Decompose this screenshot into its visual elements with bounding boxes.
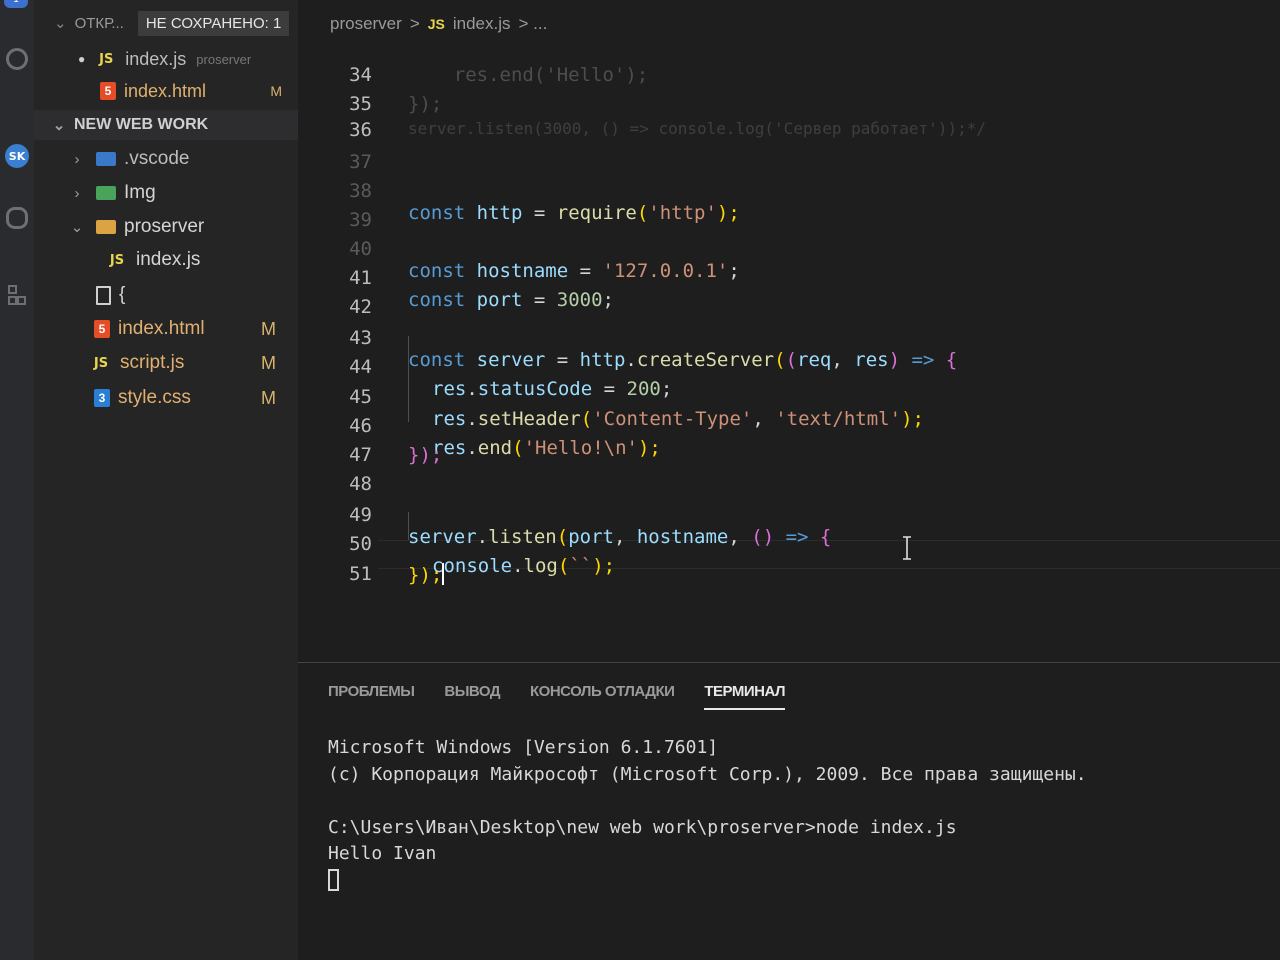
code-line: 36 server.listen(3000, () => console.log(… (349, 119, 986, 141)
unsaved-count-badge: НЕ СОХРАНЕНО: 1 (137, 10, 290, 36)
code-line: 34 res.end('Hello'); (349, 64, 649, 86)
project-header[interactable]: ⌄ NEW WEB WORK (34, 110, 298, 140)
account-avatar[interactable]: SK (4, 143, 30, 169)
code-line: 38 const http = require('http'); (349, 180, 740, 224)
open-editor-item[interactable]: ● JS index.js proserver (34, 44, 298, 74)
chevron-down-icon: ⌄ (52, 117, 66, 134)
tree-item-new-file[interactable]: { (34, 280, 298, 310)
tree-item-style-css[interactable]: 3 style.css M (34, 383, 298, 413)
bottom-panel: ПРОБЛЕМЫ ВЫВОД КОНСОЛЬ ОТЛАДКИ ТЕРМИНАЛ … (298, 662, 1280, 960)
modified-badge: M (261, 352, 276, 373)
code-line: 40 const hostname = '127.0.0.1'; (349, 238, 740, 282)
chevron-right-icon: › (74, 184, 80, 202)
code-line: 47}); (349, 444, 443, 466)
open-editor-item[interactable]: 5 index.html M (34, 76, 298, 106)
terminal-line: C:\Users\Иван\Desktop\new web work\prose… (328, 817, 957, 838)
code-line: 37 (349, 151, 372, 173)
chevron-right-icon: › (74, 150, 80, 168)
terminal-cursor[interactable] (328, 869, 339, 891)
chevron-down-icon: ⌄ (54, 15, 67, 32)
html-icon: 5 (94, 320, 110, 338)
search-icon[interactable] (4, 46, 30, 72)
code-line: 43 const server = http.createServer((req… (349, 327, 958, 371)
chevron-down-icon: ⌄ (70, 219, 84, 236)
tree-item-proserver[interactable]: ⌄ proserver (34, 212, 298, 242)
breadcrumb-file[interactable]: index.js (453, 14, 511, 34)
code-line: 45 res.setHeader('Content-Type', 'text/h… (349, 386, 924, 430)
tab-debug-console[interactable]: КОНСОЛЬ ОТЛАДКИ (530, 683, 675, 710)
modified-badge: M (261, 318, 276, 339)
open-editors-label: ОТКР... (74, 14, 124, 32)
breadcrumb-folder[interactable]: proserver (330, 14, 402, 34)
js-icon: JS (109, 252, 125, 268)
tree-item-img[interactable]: › Img (34, 178, 298, 208)
tree-item-script-js[interactable]: JS script.js M (34, 348, 298, 378)
css-icon: 3 (94, 389, 110, 407)
tree-item-vscode[interactable]: › .vscode (34, 144, 298, 174)
ibeam-cursor-icon (903, 536, 911, 560)
text-caret (442, 563, 445, 585)
image-folder-icon (96, 186, 116, 200)
tab-terminal[interactable]: ТЕРМИНАЛ (704, 683, 786, 710)
code-line: 35}); (349, 93, 443, 115)
modified-badge: M (261, 387, 276, 408)
tree-item-index-html[interactable]: 5 index.html M (34, 314, 298, 344)
tab-problems[interactable]: ПРОБЛЕМЫ (328, 683, 415, 710)
explorer-sidebar: ⌄ ОТКР... НЕ СОХРАНЕНО: 1 ● JS index.js … (34, 0, 298, 960)
file-icon (96, 285, 111, 305)
terminal-line: Hello Ivan (328, 843, 437, 864)
code-line: 46 res.end('Hello!\n'); (349, 415, 661, 459)
folder-open-icon (96, 220, 116, 234)
code-line: 48 (349, 473, 372, 495)
panel-tabs: ПРОБЛЕМЫ ВЫВОД КОНСОЛЬ ОТЛАДКИ ТЕРМИНАЛ (328, 683, 786, 710)
breadcrumb: proserver > JS index.js > ... (330, 14, 548, 34)
vscode-folder-icon (96, 152, 116, 166)
js-icon: JS (93, 355, 109, 371)
js-icon: JS (427, 16, 445, 32)
extensions-icon[interactable] (4, 283, 30, 309)
html-icon: 5 (100, 82, 116, 100)
js-icon: JS (99, 51, 114, 67)
terminal-line: (c) Корпорация Майкрософт (Microsoft Cor… (328, 764, 1087, 785)
code-editor[interactable]: proserver > JS index.js > ... 34 res.end… (298, 0, 1280, 662)
code-line: 49 server.listen(port, hostname, () => { (349, 504, 832, 548)
code-line: 44 res.statusCode = 200; (349, 356, 673, 400)
code-line: 41 const port = 3000; (349, 267, 614, 311)
activity-bar: 1 SK (0, 0, 34, 960)
tab-output[interactable]: ВЫВОД (444, 683, 500, 710)
notification-badge: 1 (4, 0, 28, 8)
terminal-line: Microsoft Windows [Version 6.1.7601] (328, 737, 719, 758)
debug-icon[interactable] (4, 205, 30, 231)
open-editors-header[interactable]: ⌄ ОТКР... НЕ СОХРАНЕНО: 1 (34, 8, 304, 38)
code-line: 51}); (349, 563, 445, 586)
code-line: 50 console.log(``); (349, 533, 616, 577)
code-line: 39 (349, 209, 372, 231)
tree-item-index-js[interactable]: JS index.js (34, 245, 298, 275)
code-line: 42 (349, 296, 372, 318)
unsaved-dot-icon: ● (78, 52, 86, 66)
